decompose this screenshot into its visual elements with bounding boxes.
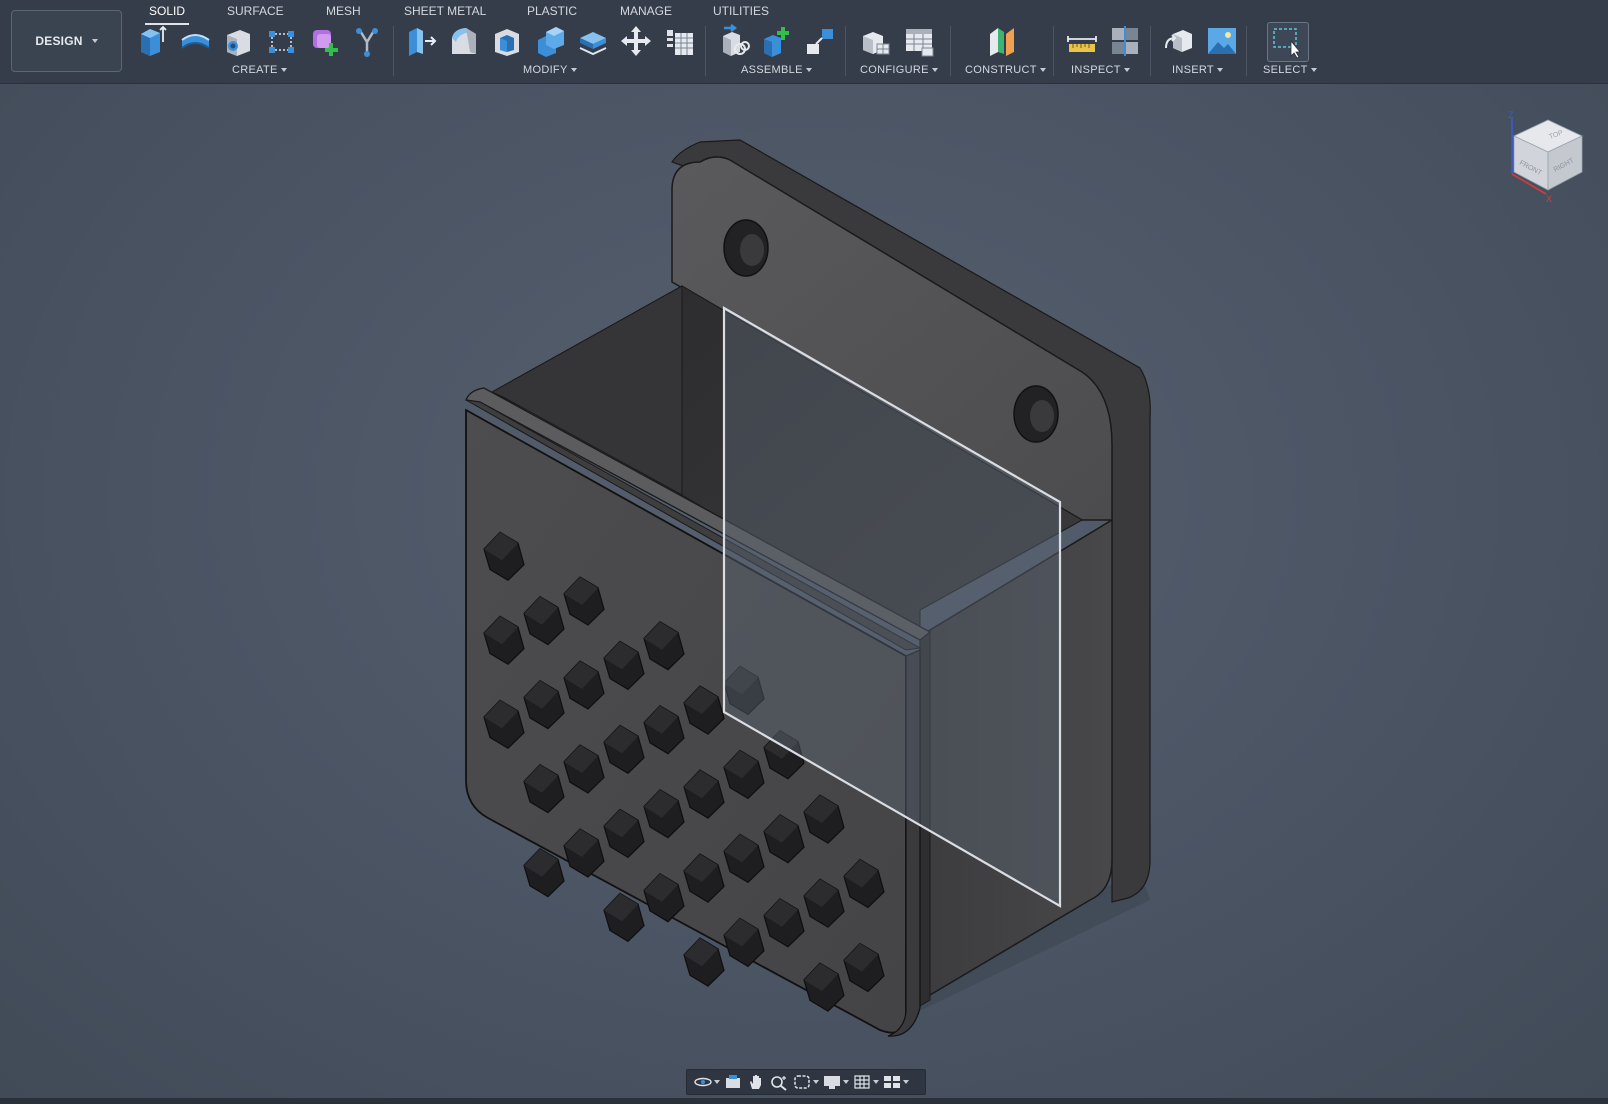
orbit-icon <box>694 1077 712 1087</box>
orbit-button[interactable] <box>693 1072 720 1092</box>
pan-icon <box>750 1075 761 1089</box>
status-strip <box>0 1098 1608 1104</box>
chevron-down-icon <box>903 1080 909 1084</box>
chevron-down-icon <box>873 1080 879 1084</box>
grid-icon <box>854 1075 870 1089</box>
zoom-icon <box>771 1076 787 1091</box>
zoom-button[interactable] <box>769 1072 789 1092</box>
fit-icon <box>794 1075 810 1089</box>
navigation-bar <box>686 1069 926 1095</box>
grid-button[interactable] <box>852 1072 879 1092</box>
chevron-down-icon <box>813 1080 819 1084</box>
display-settings-button[interactable] <box>822 1072 849 1092</box>
axis-z-label: Z <box>1508 110 1514 120</box>
display-settings-icon <box>824 1076 840 1089</box>
chevron-down-icon <box>714 1080 720 1084</box>
fit-button[interactable] <box>792 1072 819 1092</box>
canvas-viewport[interactable]: TOP FRONT RIGHT Z X <box>0 84 1608 1104</box>
viewports-button[interactable] <box>882 1072 909 1092</box>
app-window: DESIGN SOLID SURFACE MESH SHEET METAL PL… <box>0 0 1608 1104</box>
view-cube[interactable]: TOP FRONT RIGHT Z X <box>1500 106 1590 206</box>
look-at-icon <box>726 1075 740 1088</box>
look-at-button[interactable] <box>723 1072 743 1092</box>
model-body[interactable] <box>0 0 1608 1104</box>
chevron-down-icon <box>843 1080 849 1084</box>
viewports-icon <box>884 1076 900 1088</box>
pan-button[interactable] <box>746 1072 766 1092</box>
axis-x-label: X <box>1546 194 1552 204</box>
